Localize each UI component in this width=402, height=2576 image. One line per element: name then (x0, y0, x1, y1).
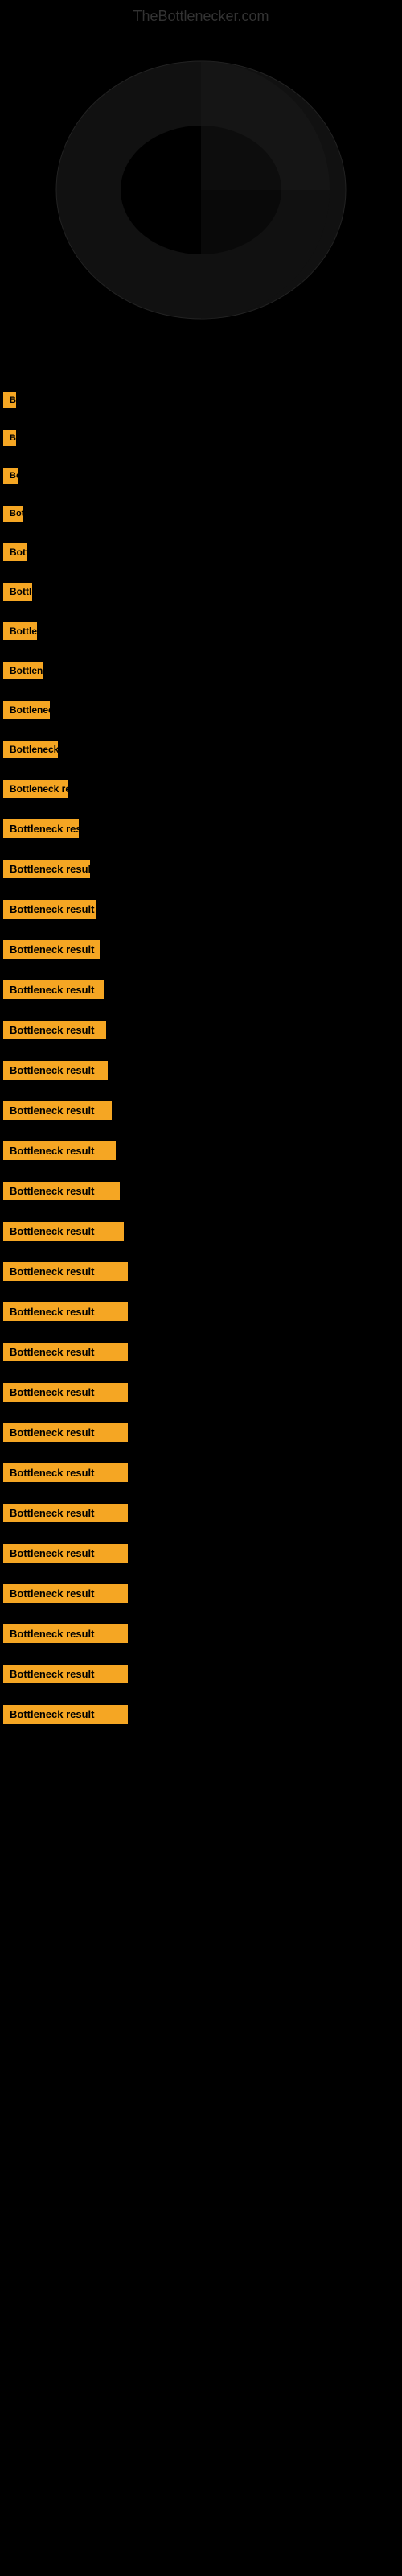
bottleneck-result-label: Bottleneck result (3, 1021, 106, 1039)
bottleneck-result-label: Bottleneck result (3, 1665, 128, 1683)
bottleneck-result-item: Bottleneck result (0, 1177, 402, 1205)
bottleneck-result-item: Bottleneck result (0, 425, 402, 451)
bottleneck-result-item: Bottleneck result (0, 501, 402, 526)
chart-area (0, 29, 402, 367)
bottleneck-result-label: Bottleneck result (3, 819, 79, 838)
bottleneck-result-item: Bottleneck result (0, 387, 402, 413)
bottleneck-result-label: Bottleneck result (3, 1262, 128, 1281)
bottleneck-result-item: Bottleneck result (0, 736, 402, 763)
bottleneck-result-label: Bottleneck result (3, 468, 18, 484)
bottleneck-result-item: Bottleneck result (0, 976, 402, 1004)
bottleneck-result-item: Bottleneck result (0, 617, 402, 645)
bottleneck-result-item: Bottleneck result (0, 539, 402, 566)
bottleneck-result-item: Bottleneck result (0, 895, 402, 923)
bottleneck-result-label: Bottleneck result (3, 1463, 128, 1482)
bottleneck-result-label: Bottleneck result (3, 1302, 128, 1321)
bottleneck-result-label: Bottleneck result (3, 1383, 128, 1402)
bottleneck-result-label: Bottleneck result (3, 506, 23, 522)
bottleneck-result-item: Bottleneck result (0, 1016, 402, 1044)
bottleneck-result-label: Bottleneck result (3, 1624, 128, 1643)
bottleneck-items-list: Bottleneck result Bottleneck result Bottle… (0, 375, 402, 1728)
bottleneck-result-item: Bottleneck result (0, 1338, 402, 1366)
bottleneck-result-label: Bottleneck result (3, 741, 58, 758)
bottleneck-result-label: Bottleneck result (3, 622, 37, 640)
bottleneck-result-label: Bottleneck result (3, 980, 104, 999)
bottleneck-result-item: Bottleneck result (0, 696, 402, 724)
bottleneck-result-item: Bottleneck result (0, 1257, 402, 1286)
bottleneck-result-label: Bottleneck result (3, 1423, 128, 1442)
bottleneck-result-item: Bottleneck result (0, 1096, 402, 1125)
bottleneck-result-item: Bottleneck result (0, 1056, 402, 1084)
bottleneck-result-item: Bottleneck result (0, 855, 402, 883)
bottleneck-result-label: Bottleneck result (3, 1544, 128, 1563)
bottleneck-result-label: Bottleneck result (3, 662, 43, 679)
bottleneck-result-item: Bottleneck result (0, 1378, 402, 1406)
bottleneck-result-item: Bottleneck result (0, 657, 402, 684)
bottleneck-result-label: Bottleneck result (3, 900, 96, 919)
bottleneck-result-item: Bottleneck result (0, 463, 402, 489)
bottleneck-result-label: Bottleneck result (3, 1182, 120, 1200)
bottleneck-result-label: Bottleneck result (3, 1705, 128, 1724)
bottleneck-result-label: Bottleneck result (3, 1101, 112, 1120)
bottleneck-result-item: Bottleneck result (0, 775, 402, 803)
bottleneck-result-label: Bottleneck result (3, 1504, 128, 1522)
bottleneck-result-label: Bottleneck result (3, 940, 100, 959)
bottleneck-result-label: Bottleneck result (3, 780, 68, 798)
bottleneck-result-label: Bottleneck result (3, 860, 90, 878)
bottleneck-result-label: Bottleneck result (3, 1343, 128, 1361)
bottleneck-result-label: Bottleneck result (3, 392, 16, 408)
bottleneck-result-item: Bottleneck result (0, 1579, 402, 1608)
bottleneck-result-item: Bottleneck result (0, 935, 402, 964)
bottleneck-result-label: Bottleneck result (3, 1061, 108, 1080)
bottleneck-result-item: Bottleneck result (0, 815, 402, 843)
bottleneck-result-item: Bottleneck result (0, 1298, 402, 1326)
bottleneck-result-label: Bottleneck result (3, 430, 16, 446)
bottleneck-result-label: Bottleneck result (3, 543, 27, 561)
bottleneck-result-item: Bottleneck result (0, 1660, 402, 1688)
bottleneck-result-label: Bottleneck result (3, 583, 32, 601)
bottleneck-result-item: Bottleneck result (0, 1137, 402, 1165)
bottleneck-result-item: Bottleneck result (0, 1459, 402, 1487)
bottleneck-result-label: Bottleneck result (3, 1584, 128, 1603)
bottleneck-result-label: Bottleneck result (3, 1222, 124, 1241)
bottleneck-result-label: Bottleneck result (3, 701, 50, 719)
bottleneck-result-label: Bottleneck result (3, 1141, 116, 1160)
bottleneck-result-item: Bottleneck result (0, 1539, 402, 1567)
bottleneck-result-item: Bottleneck result (0, 1499, 402, 1527)
bottleneck-result-item: Bottleneck result (0, 1700, 402, 1728)
bottleneck-result-item: Bottleneck result (0, 578, 402, 605)
site-title: TheBottlenecker.com (0, 0, 402, 29)
bottleneck-result-item: Bottleneck result (0, 1217, 402, 1245)
bottleneck-result-item: Bottleneck result (0, 1620, 402, 1648)
bottleneck-result-item: Bottleneck result (0, 1418, 402, 1447)
